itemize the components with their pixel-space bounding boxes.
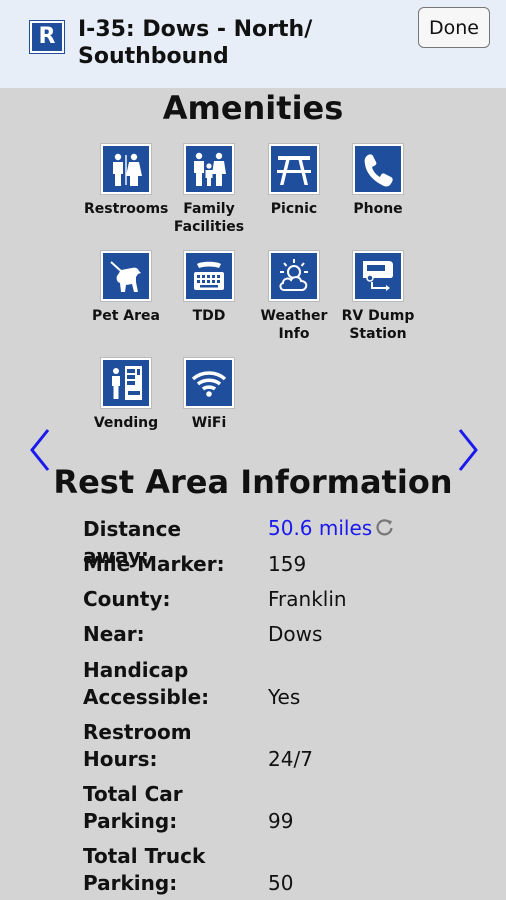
info-row-mile-marker: Mile Marker: 159: [83, 551, 483, 578]
pet-area-icon: [103, 253, 149, 299]
phone-icon: [355, 146, 401, 192]
info-value: 50: [268, 871, 294, 895]
amenity-family-facilities: Family Facilities: [167, 143, 251, 236]
app-header: R I-35: Dows - North/ Southbound Done: [0, 0, 506, 88]
amenity-tdd: TDD: [167, 250, 251, 325]
weather-info-icon: [271, 253, 317, 299]
amenity-vending: Vending: [84, 357, 168, 432]
info-row-car-parking: Total Car Parking: 99: [83, 781, 483, 835]
amenity-wifi: WiFi: [167, 357, 251, 432]
amenity-weather-info: Weather Info: [252, 250, 336, 343]
amenity-picnic: Picnic: [252, 143, 336, 218]
amenity-label: WiFi: [191, 415, 227, 431]
amenity-phone: Phone: [336, 143, 420, 218]
amenity-label: Weather Info: [260, 308, 328, 342]
vending-icon: [103, 360, 149, 406]
rest-area-info-heading: Rest Area Information: [53, 463, 453, 501]
amenity-pet-area: Pet Area: [84, 250, 168, 325]
amenity-label: TDD: [192, 308, 226, 324]
restrooms-icon: [103, 146, 149, 192]
page-title: I-35: Dows - North/ Southbound: [78, 17, 313, 69]
amenities-heading: Amenities: [162, 89, 344, 127]
info-label: Near:: [83, 622, 145, 646]
distance-link[interactable]: 50.6 miles: [268, 515, 394, 543]
info-label: County:: [83, 587, 171, 611]
info-row-truck-parking: Total Truck Parking: 50: [83, 843, 483, 897]
info-value: Franklin: [268, 587, 347, 611]
info-row-restroom-hours: Restroom Hours: 24/7: [83, 719, 483, 773]
amenity-label: RV Dump Station: [341, 308, 415, 342]
info-value: Dows: [268, 622, 323, 646]
info-row-county: County: Franklin: [83, 586, 483, 613]
amenity-label: Pet Area: [91, 308, 160, 324]
refresh-icon[interactable]: [376, 516, 394, 543]
info-label: Total Truck Parking:: [83, 844, 206, 895]
family-facilities-icon: [186, 146, 232, 192]
amenity-rv-dump-station: RV Dump Station: [336, 250, 420, 343]
amenity-label: Family Facilities: [173, 201, 245, 235]
done-button[interactable]: Done: [418, 7, 490, 48]
info-value: 99: [268, 809, 294, 833]
amenity-restrooms: Restrooms: [84, 143, 168, 218]
info-label: Handicap Accessible:: [83, 658, 210, 709]
info-label: Total Car Parking:: [83, 782, 183, 833]
info-label: Restroom Hours:: [83, 720, 192, 771]
distance-value: 50.6 miles: [268, 516, 373, 540]
amenity-label: Vending: [93, 415, 159, 431]
info-value: Yes: [268, 685, 301, 709]
info-value: 159: [268, 552, 307, 576]
amenity-label: Phone: [353, 201, 403, 217]
amenity-label: Restrooms: [84, 201, 169, 217]
app-logo: R: [30, 21, 64, 53]
info-label: Mile Marker:: [83, 552, 225, 576]
amenity-label: Picnic: [270, 201, 318, 217]
info-row-handicap: Handicap Accessible: Yes: [83, 657, 483, 711]
info-row-distance: Distance away: 50.6 miles: [83, 515, 483, 568]
info-row-near: Near: Dows: [83, 621, 483, 648]
tdd-icon: [186, 253, 232, 299]
info-value: 24/7: [268, 747, 313, 771]
wifi-icon: [186, 360, 232, 406]
rv-dump-icon: [355, 253, 401, 299]
picnic-icon: [271, 146, 317, 192]
